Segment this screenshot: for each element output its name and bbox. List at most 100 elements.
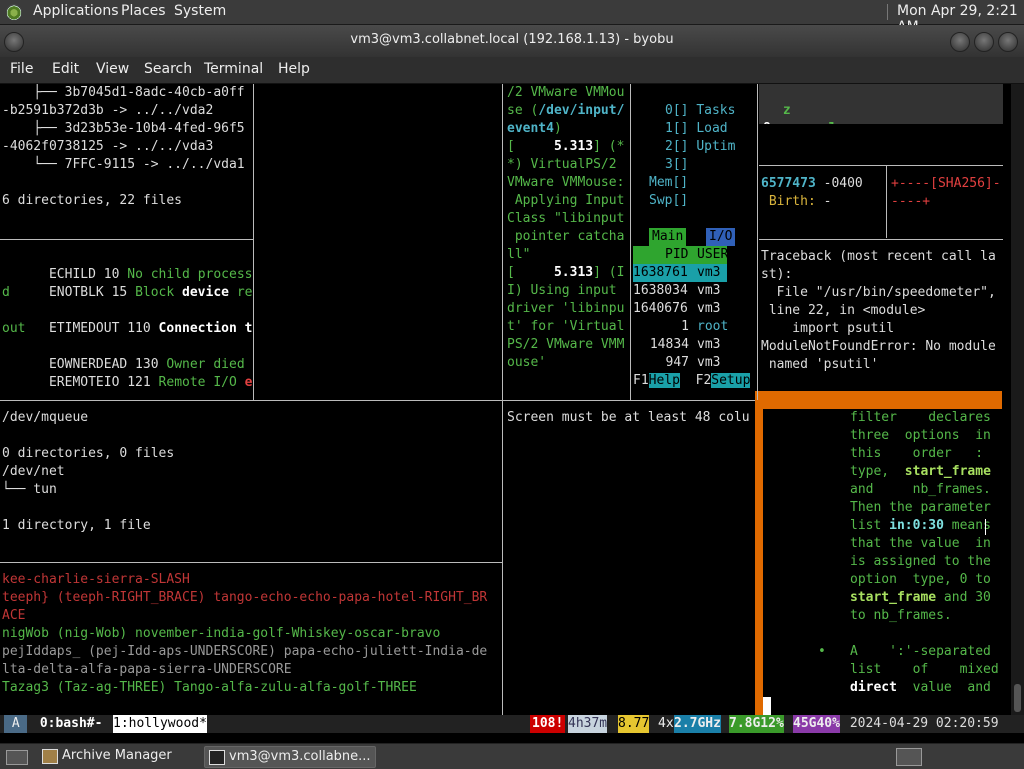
man-line: that the value in	[850, 536, 991, 551]
taskbar-archive-manager[interactable]: Archive Manager	[38, 746, 222, 766]
errno-desc: require	[236, 285, 253, 300]
pane-htop[interactable]: 0[] Tasks 1[] Load 2[] Uptim 3[] Mem[] S…	[631, 84, 757, 399]
uptime-badge: 4h37m	[568, 715, 608, 733]
applications-menu[interactable]: Applications	[33, 3, 119, 19]
taskbar-label: vm3@vm3.collabne...	[229, 749, 371, 764]
errno-line: ECHILD 10 No child processes	[2, 248, 253, 282]
pane-divider	[0, 239, 253, 240]
htop-process-row[interactable]: 947 vm3	[633, 354, 727, 372]
system-menu[interactable]: System	[174, 3, 226, 19]
pane-tree-top[interactable]: ├── 3b7045d1-8adc-40cb-a0ff -b2591b372d3…	[0, 84, 253, 239]
htop-tab-io[interactable]: I/O	[706, 228, 736, 246]
menu-edit[interactable]: Edit	[52, 61, 79, 77]
taskbar-label: Archive Manager	[62, 748, 172, 763]
workspace-switcher-icon[interactable]	[896, 748, 922, 766]
htop-function-keys[interactable]: F1Help F2Setup	[633, 372, 751, 390]
pane-keys[interactable]: z J G / b 1 W 8 k Y 3 x w S f ; 3	[759, 84, 1003, 124]
taskbar-terminal-active[interactable]: vm3@vm3.collabne...	[204, 746, 376, 768]
errno-desc: Block	[135, 285, 183, 300]
man-line: Then the parameter	[850, 500, 991, 515]
scrollbar-thumb[interactable]	[1014, 684, 1021, 712]
errno-desc-wrap: out	[2, 321, 26, 336]
window-title: vm3@vm3.collabnet.local (192.168.1.13) -…	[350, 32, 674, 47]
disk-badge: 45G40%	[793, 715, 840, 733]
maximize-icon[interactable]	[974, 32, 994, 52]
menu-view[interactable]: View	[96, 61, 129, 77]
pane-divider	[759, 165, 1003, 166]
htop-cpu-row: 2[] Uptim	[665, 139, 736, 154]
htop-cpu-row: 3[]	[665, 157, 689, 172]
window-tab-1-active[interactable]: 1:hollywood*	[113, 715, 207, 733]
terminal-scrollbar[interactable]	[1011, 84, 1024, 715]
errno-line: EOWNERDEAD 130 Owner died	[2, 338, 245, 372]
errno-desc: Remote I/O	[158, 375, 245, 390]
htop-tab-main[interactable]: Main	[649, 228, 687, 246]
traceback-line: named 'psutil'	[761, 357, 879, 372]
menu-file[interactable]: File	[10, 61, 33, 77]
tree-line: -b2591b372d3b -> ../../vda2	[2, 103, 214, 118]
dmesg-line: PS/2 VMware VMM	[507, 337, 625, 352]
pane-man-page[interactable]: filter declares three options in this or…	[755, 391, 1002, 715]
pane-errno[interactable]: ECHILD 10 No child processes ENOTBLK 15 …	[0, 240, 253, 400]
close-icon[interactable]	[998, 32, 1018, 52]
nato-line: nigWob (nig-Wob) november-india-golf-Whi…	[2, 626, 441, 641]
mqueue-line: └── tun	[2, 482, 57, 497]
man-line: filter declares	[850, 410, 991, 425]
dmesg-line: ll"	[507, 247, 531, 262]
dmesg-line: [ 5.313] (*	[507, 139, 625, 154]
pane-traceback[interactable]: Traceback (most recent call la st): File…	[759, 240, 1003, 390]
htop-process-row[interactable]: 1 root	[633, 318, 728, 336]
cpu-count: 4x	[658, 716, 674, 731]
show-desktop-icon[interactable]	[6, 750, 28, 765]
man-line: and nb_frames.	[850, 482, 991, 497]
htop-swp: Swp[]	[649, 193, 689, 208]
nato-line: lta-delta-alfa-papa-sierra-UNDERSCORE	[2, 662, 292, 677]
menu-terminal[interactable]: Terminal	[204, 61, 263, 77]
window-titlebar[interactable]: vm3@vm3.collabnet.local (192.168.1.13) -…	[0, 25, 1024, 57]
pane-screen-msg[interactable]: Screen must be at least 48 colu	[505, 401, 755, 715]
pane-nato[interactable]: kee-charlie-sierra-SLASH teeph} (teeph-R…	[0, 563, 501, 715]
errno-name: ETIMEDOUT 110	[48, 321, 159, 336]
sha-art: +----[SHA256]-	[891, 176, 1001, 191]
dmesg-line: pointer catcha	[507, 229, 625, 244]
errno-desc-bold: Connection timed	[158, 321, 253, 336]
traceback-line: Traceback (most recent call la	[761, 249, 996, 264]
dmesg-line: se (/dev/input/	[507, 103, 625, 118]
pane-divider	[886, 166, 887, 238]
pane-mqueue[interactable]: /dev/mqueue 0 directories, 0 files /dev/…	[0, 401, 501, 561]
traceback-line: ModuleNotFoundError: No module	[761, 339, 996, 354]
menu-search[interactable]: Search	[144, 61, 192, 77]
window-tab-0[interactable]: 0:bash#-	[32, 715, 110, 733]
htop-mem: Mem[]	[649, 175, 689, 190]
places-menu[interactable]: Places	[121, 3, 166, 19]
git-birth-line: Birth: -	[761, 194, 832, 209]
errno-name: ENOTBLK 15	[48, 285, 136, 300]
menu-help[interactable]: Help	[278, 61, 310, 77]
htop-process-row-selected[interactable]: 1638761 vm3	[633, 264, 727, 282]
load-badge: 8.77	[618, 715, 650, 733]
dmesg-line: Class "libinput	[507, 211, 625, 226]
htop-process-row[interactable]: 1640676 vm3	[633, 300, 727, 318]
byobu-logo: A	[4, 715, 28, 733]
man-line: is assigned to the	[850, 554, 991, 569]
man-line: list of mixed	[850, 662, 999, 677]
pane-git-info[interactable]: 6577473 -0400 Birth: - +----[SHA256]- --…	[759, 166, 1003, 238]
man-line: A ':'-separated	[850, 644, 991, 659]
pane-dmesg[interactable]: /2 VMware VMMou se (/dev/input/ event4) …	[505, 84, 630, 399]
htop-process-row[interactable]: 1638034 vm3	[633, 282, 727, 300]
memory-badge: 7.8G12%	[729, 715, 784, 733]
dmesg-line: I) Using input	[507, 283, 617, 298]
mqueue-line: /dev/mqueue	[2, 410, 89, 425]
byobu-status-bar: A 0:bash#- 1:hollywood* 108! 4h37m 8.77 …	[0, 715, 1024, 733]
terminal-area[interactable]: ├── 3b7045d1-8adc-40cb-a0ff -b2591b372d3…	[0, 84, 1011, 715]
htop-process-row[interactable]: 14834 vm3	[633, 336, 727, 354]
screen-size-message: Screen must be at least 48 colu	[507, 410, 750, 425]
dmesg-line: driver 'libinpu	[507, 301, 625, 316]
status-datetime: 2024-04-29 02:20:59	[842, 716, 999, 731]
man-line: option type, 0 to	[850, 572, 991, 587]
pane-divider	[0, 562, 502, 563]
gnome-foot-icon[interactable]	[6, 4, 22, 20]
dmesg-line: Applying Input	[507, 193, 625, 208]
tree-line: ├── 3d23b53e-10b4-4fed-96f5	[2, 121, 245, 136]
minimize-icon[interactable]	[950, 32, 970, 52]
